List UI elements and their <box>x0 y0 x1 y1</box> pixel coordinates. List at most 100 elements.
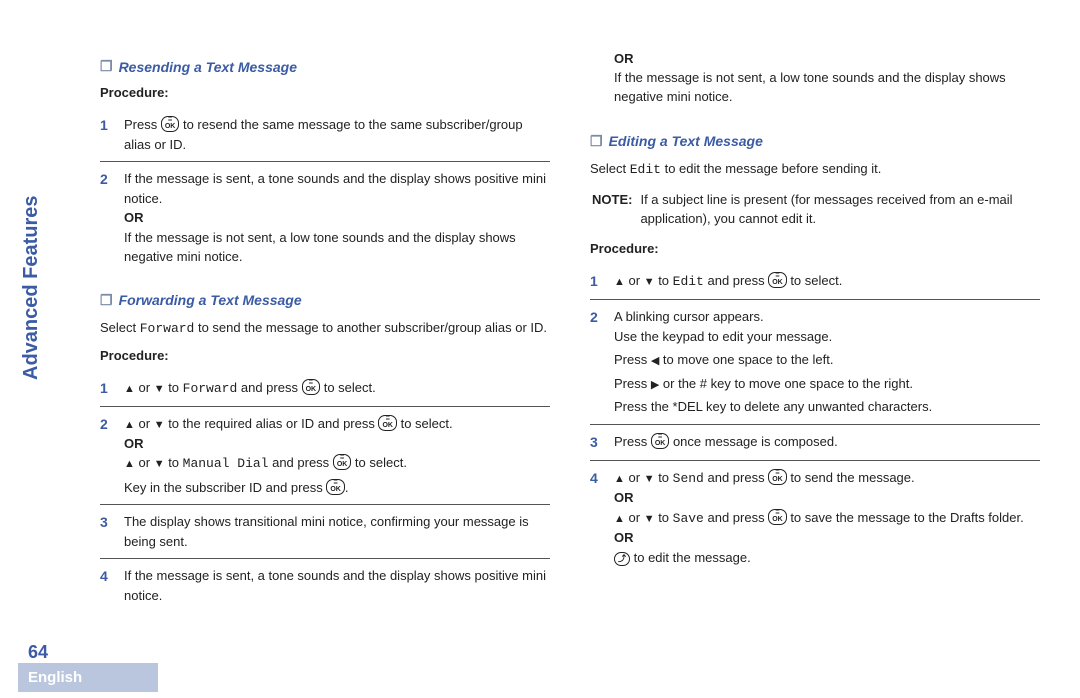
page-icon: ❐ <box>100 58 113 75</box>
step-body: Press ☰OK once message is composed. <box>614 432 1040 452</box>
text: and press <box>704 510 768 525</box>
code-text: Forward <box>140 321 195 336</box>
step-row: 3 The display shows transitional mini no… <box>100 505 550 559</box>
sidebar-title: Advanced Features <box>20 195 43 380</box>
left-column: ❐ Resending a Text Message Procedure: 1 … <box>100 50 550 612</box>
down-arrow-icon: ▼ <box>644 513 655 525</box>
step-number: 2 <box>590 307 604 328</box>
or-label: OR <box>614 488 1040 508</box>
code-text: Send <box>673 471 704 486</box>
heading-forwarding: ❐ Forwarding a Text Message <box>100 292 550 309</box>
text: A blinking cursor appears. <box>614 307 1040 327</box>
step-row: 4 If the message is sent, a tone sounds … <box>100 559 550 612</box>
heading-text: Forwarding a Text Message <box>119 292 302 308</box>
procedure-label: Procedure: <box>100 348 550 363</box>
step-number: 1 <box>100 115 114 136</box>
ok-button-icon: ☰OK <box>333 454 352 470</box>
text: to select. <box>787 273 843 288</box>
text: to edit the message before sending it. <box>661 161 881 176</box>
text: to edit the message. <box>630 550 751 565</box>
note-label: NOTE: <box>592 192 632 207</box>
text: or the # key to move one space to the ri… <box>659 376 913 391</box>
note-text: If a subject line is present (for messag… <box>640 191 1038 229</box>
text: and press <box>268 455 332 470</box>
step-row: 2 ▲ or ▼ to the required alias or ID and… <box>100 407 550 505</box>
heading-text: Resending a Text Message <box>119 59 297 75</box>
text: or <box>625 510 644 525</box>
up-arrow-icon: ▲ <box>614 276 625 288</box>
text: Select <box>100 320 140 335</box>
heading-editing: ❐ Editing a Text Message <box>590 133 1040 150</box>
text: to the required alias or ID and press <box>165 416 379 431</box>
intro-text: Select Edit to edit the message before s… <box>590 160 1040 180</box>
text: Press <box>614 434 651 449</box>
heading-text: Editing a Text Message <box>609 133 763 149</box>
back-button-icon: ⤴ <box>614 552 630 566</box>
down-arrow-icon: ▼ <box>154 419 165 431</box>
text: or <box>625 470 644 485</box>
text: or <box>135 455 154 470</box>
intro-text: Select Forward to send the message to an… <box>100 319 550 339</box>
step-number: 1 <box>590 271 604 292</box>
text: to select. <box>351 455 407 470</box>
ok-button-icon: ☰OK <box>378 415 397 431</box>
step-number: 4 <box>100 566 114 587</box>
text: Press <box>614 376 651 391</box>
up-arrow-icon: ▲ <box>124 419 135 431</box>
step-row: 2 A blinking cursor appears. Use the key… <box>590 300 1040 425</box>
step-body: ▲ or ▼ to Forward and press ☰OK to selec… <box>124 378 550 399</box>
or-label: OR <box>614 528 1040 548</box>
step-body: A blinking cursor appears. Use the keypa… <box>614 307 1040 417</box>
page-content: ❐ Resending a Text Message Procedure: 1 … <box>0 0 1080 632</box>
ok-button-icon: ☰OK <box>161 116 180 132</box>
text: If the message is sent, a tone sounds an… <box>124 169 550 208</box>
step-body: If the message is sent, a tone sounds an… <box>124 566 550 605</box>
text: or <box>135 380 154 395</box>
text: Key in the subscriber ID and press <box>124 480 326 495</box>
up-arrow-icon: ▲ <box>124 458 135 470</box>
text: If the message is not sent, a low tone s… <box>614 69 1040 107</box>
page-number: 64 <box>28 642 48 663</box>
step-row: 1 ▲ or ▼ to Edit and press ☰OK to select… <box>590 264 1040 300</box>
code-text: Edit <box>630 162 661 177</box>
code-text: Save <box>673 511 704 526</box>
ok-button-icon: ☰OK <box>651 433 670 449</box>
step-number: 3 <box>100 512 114 533</box>
text: to <box>655 510 673 525</box>
text: to save the message to the Drafts folder… <box>787 510 1024 525</box>
step-body: ▲ or ▼ to Send and press ☰OK to send the… <box>614 468 1040 568</box>
code-text: Edit <box>673 274 704 289</box>
continuation-block: OR If the message is not sent, a low ton… <box>590 50 1040 115</box>
step-body: Press ☰OK to resend the same message to … <box>124 115 550 154</box>
text: . <box>345 480 349 495</box>
step-number: 2 <box>100 414 114 435</box>
heading-resending: ❐ Resending a Text Message <box>100 58 550 75</box>
text: Press <box>614 352 651 367</box>
text: to <box>655 273 673 288</box>
step-body: The display shows transitional mini noti… <box>124 512 550 551</box>
step-number: 2 <box>100 169 114 190</box>
ok-button-icon: ☰OK <box>768 272 787 288</box>
up-arrow-icon: ▲ <box>614 513 625 525</box>
text: to <box>165 380 183 395</box>
text: to <box>165 455 183 470</box>
text: If the message is not sent, a low tone s… <box>124 228 550 267</box>
note-block: NOTE: If a subject line is present (for … <box>590 189 1040 231</box>
or-label: OR <box>124 208 550 228</box>
procedure-label: Procedure: <box>100 85 550 100</box>
text: to select. <box>397 416 453 431</box>
procedure-label: Procedure: <box>590 241 1040 256</box>
code-text: Manual Dial <box>183 456 269 471</box>
ok-button-icon: ☰OK <box>768 509 787 525</box>
text: and press <box>704 273 768 288</box>
right-column: OR If the message is not sent, a low ton… <box>590 50 1040 612</box>
text: and press <box>704 470 768 485</box>
step-row: 1 ▲ or ▼ to Forward and press ☰OK to sel… <box>100 371 550 407</box>
step-body: ▲ or ▼ to Edit and press ☰OK to select. <box>614 271 1040 292</box>
down-arrow-icon: ▼ <box>644 473 655 485</box>
ok-button-icon: ☰OK <box>326 479 345 495</box>
text: and press <box>237 380 301 395</box>
or-label: OR <box>124 434 550 454</box>
up-arrow-icon: ▲ <box>614 473 625 485</box>
ok-button-icon: ☰OK <box>768 469 787 485</box>
